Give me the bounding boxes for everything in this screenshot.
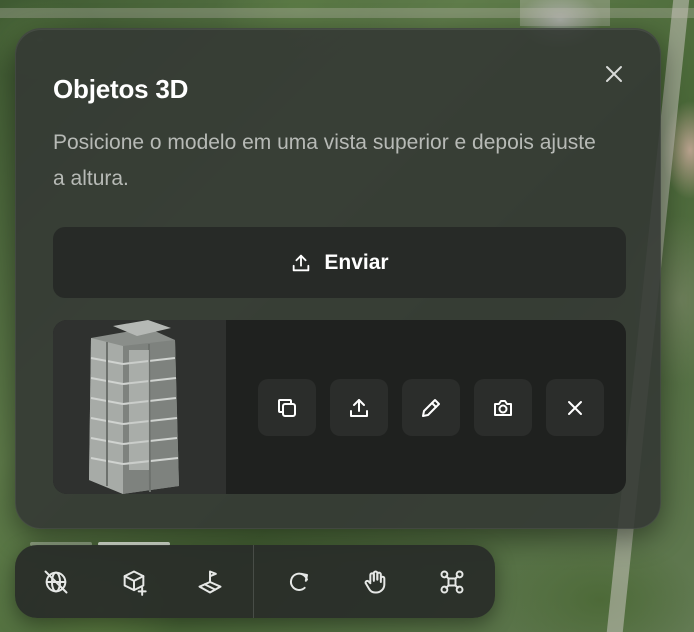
model-thumbnail (53, 320, 226, 494)
globe-off-icon (42, 568, 70, 596)
edit-button[interactable] (402, 379, 460, 436)
flag-map-icon (196, 568, 224, 596)
duplicate-icon (275, 396, 299, 420)
remove-icon (563, 396, 587, 420)
toolbar-divider (253, 545, 254, 618)
camera-icon (491, 396, 515, 420)
drone-button[interactable] (429, 559, 475, 605)
panel-title: Objetos 3D (53, 74, 189, 104)
snapshot-button[interactable] (474, 379, 532, 436)
close-icon[interactable] (602, 62, 626, 86)
add-3d-object-button[interactable] (111, 559, 157, 605)
bottom-toolbar (15, 545, 495, 618)
upload-label: Enviar (324, 250, 389, 274)
globe-toggle-button[interactable] (33, 559, 79, 605)
drone-icon (438, 568, 466, 596)
panel-description: Posicione o modelo em uma vista superior… (53, 131, 596, 190)
rotate-icon (286, 568, 314, 596)
model-actions (258, 379, 604, 436)
rotate-button[interactable] (277, 559, 323, 605)
export-icon (347, 396, 371, 420)
upload-button[interactable]: Enviar (53, 227, 626, 298)
cube-add-icon (120, 568, 148, 596)
model-card (53, 320, 626, 494)
remove-button[interactable] (546, 379, 604, 436)
pan-button[interactable] (352, 559, 398, 605)
upload-icon (290, 252, 312, 274)
hand-icon (361, 568, 389, 596)
objects-3d-panel: Objetos 3D Posicione o modelo em uma vis… (15, 28, 661, 529)
place-marker-button[interactable] (187, 559, 233, 605)
export-button[interactable] (330, 379, 388, 436)
duplicate-button[interactable] (258, 379, 316, 436)
edit-icon (419, 396, 443, 420)
